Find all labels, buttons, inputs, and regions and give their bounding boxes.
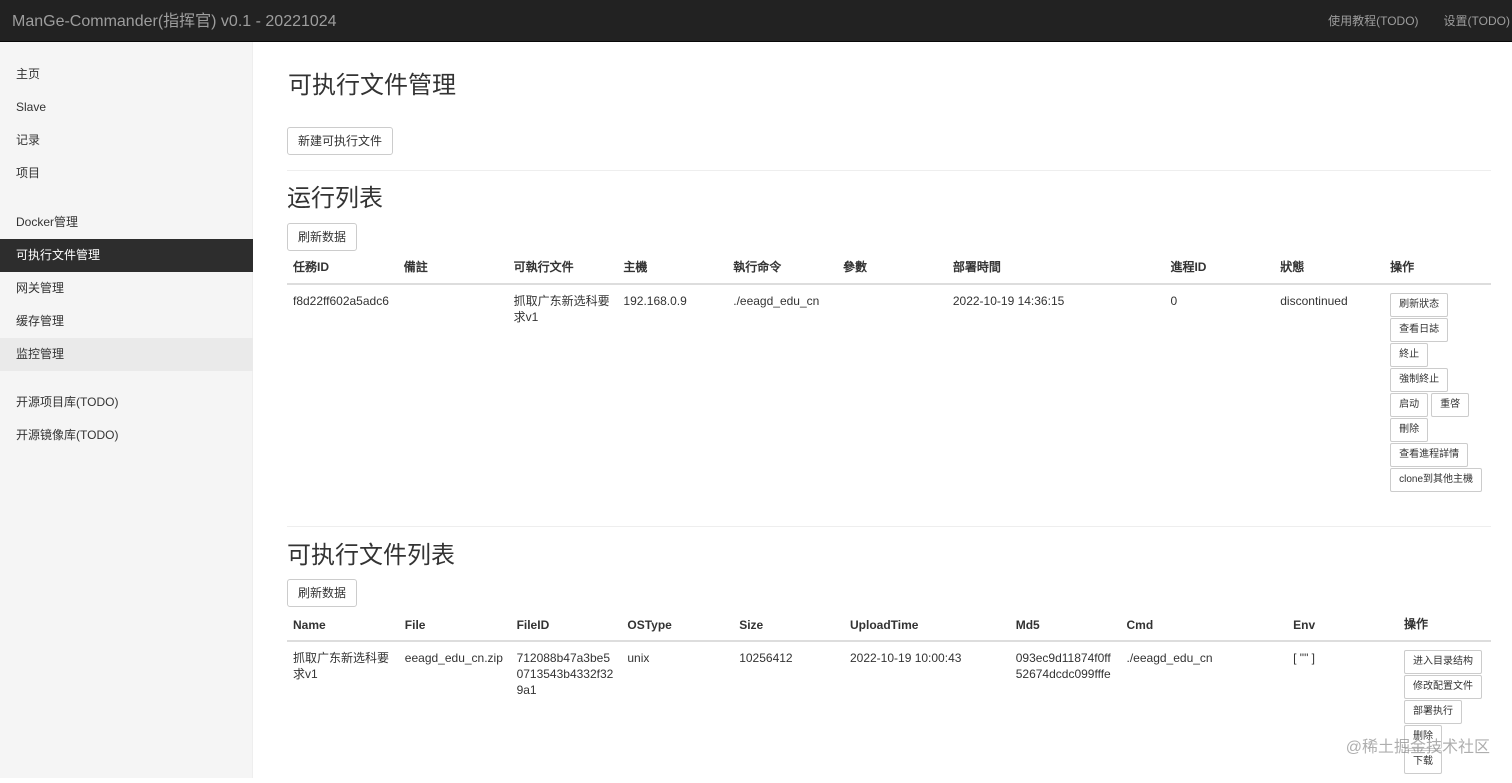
sidebar-item-oss-projects[interactable]: 开源项目库(TODO) [0,386,253,419]
sidebar: 主页 Slave 记录 项目 Docker管理 可执行文件管理 网关管理 缓存管… [0,42,253,778]
col-task-id[interactable]: 任務ID [287,252,398,285]
cell-status: discontinued [1280,294,1348,308]
col-executable[interactable]: 可執行文件 [507,252,618,285]
sidebar-group-opensource: 开源项目库(TODO) 开源镜像库(TODO) [0,386,253,452]
col-upload-time[interactable]: UploadTime [843,609,1010,642]
cell-actions: 刷新狀态 查看日誌 終止 強制終止 启动 重啓 刪除 查看進程詳情 clone到其… [1384,284,1491,501]
cell-upload-time: 2022-10-19 10:00:43 [849,651,962,665]
sidebar-group-management: Docker管理 可执行文件管理 网关管理 缓存管理 监控管理 [0,206,253,371]
col-file-id[interactable]: FileID [510,609,622,642]
col-os-type[interactable]: OSType [621,609,734,642]
start-button[interactable]: 启动 [1390,393,1429,417]
stop-button[interactable]: 終止 [1390,343,1429,367]
col-pid[interactable]: 進程ID [1164,252,1275,285]
sidebar-item-slave[interactable]: Slave [0,91,253,124]
cell-executable: 抓取广东新选科要求v1 [513,294,610,324]
sidebar-item-executables[interactable]: 可执行文件管理 [0,239,253,272]
sidebar-item-projects[interactable]: 项目 [0,157,253,190]
cell-file: eeagd_edu_cn.zip [404,651,503,665]
cell-command: ./eeagd_edu_cn [733,294,820,308]
col-md5[interactable]: Md5 [1009,609,1121,642]
file-list-refresh-button[interactable]: 刷新数据 [287,579,358,607]
sidebar-item-home[interactable]: 主页 [0,58,253,91]
divider [287,526,1491,527]
run-list-table: 任務ID 備註 可執行文件 主機 執行命令 參數 部署時間 進程ID 狀態 操作… [287,252,1491,501]
restart-button[interactable]: 重啓 [1431,393,1470,417]
col-name[interactable]: Name [287,609,399,642]
delete-button[interactable]: 刪除 [1390,418,1429,442]
cell-name: 抓取广东新选科要求v1 [293,651,390,681]
table-row: 抓取广东新选科要求v1 eeagd_edu_cn.zip 712088b47a3… [287,641,1491,783]
app-brand[interactable]: ManGe-Commander(指挥官) v0.1 - 20221024 [12,12,337,32]
watermark: @稀土掘金技术社区 [1345,739,1490,756]
top-navbar: ManGe-Commander(指挥官) v0.1 - 20221024 使用教… [0,0,1512,42]
sidebar-group-main: 主页 Slave 记录 项目 [0,58,253,190]
nav-link-tutorial[interactable]: 使用教程(TODO) [1328,13,1418,29]
main-content: 可执行文件管理 新建可执行文件 运行列表 刷新数据 任務ID 備註 可執行文件 … [287,42,1491,778]
view-log-button[interactable]: 查看日誌 [1390,318,1449,342]
cell-note [398,284,508,501]
cell-deploy-time: 2022-10-19 14:36:15 [952,294,1065,308]
table-header-row: Name File FileID OSType Size UploadTime … [287,609,1491,642]
cell-host: 192.168.0.9 [623,294,687,308]
sidebar-item-gateway[interactable]: 网关管理 [0,272,253,305]
page-title: 可执行文件管理 [288,72,456,99]
col-params[interactable]: 參數 [837,252,947,285]
view-process-detail-button[interactable]: 查看進程詳情 [1390,443,1469,467]
col-cmd[interactable]: Cmd [1120,609,1288,642]
navbar-links: 使用教程(TODO) 设置(TODO) [1328,13,1510,29]
edit-config-button[interactable]: 修改配置文件 [1404,675,1482,699]
cell-cmd: ./eeagd_edu_cn [1126,651,1213,665]
table-row: f8d22ff602a5adc6 抓取广东新选科要求v1 192.168.0.9… [287,284,1491,501]
col-note[interactable]: 備註 [397,252,508,285]
col-env[interactable]: Env [1287,609,1398,642]
col-actions: 操作 [1384,252,1491,285]
clone-to-host-button[interactable]: clone到其他主機 [1390,468,1482,492]
cell-size: 10256412 [739,651,793,665]
col-command[interactable]: 執行命令 [727,252,838,285]
col-actions: 操作 [1398,609,1491,642]
sidebar-item-cache[interactable]: 缓存管理 [0,305,253,338]
cell-md5: 093ec9d11874f0ff52674dcdc099fffe [1015,651,1111,681]
table-header-row: 任務ID 備註 可執行文件 主機 執行命令 參數 部署時間 進程ID 狀態 操作 [287,252,1491,285]
force-stop-button[interactable]: 強制終止 [1390,368,1449,392]
file-list-table: Name File FileID OSType Size UploadTime … [287,609,1491,783]
refresh-status-button[interactable]: 刷新狀态 [1390,293,1449,317]
col-host[interactable]: 主機 [617,252,728,285]
deploy-button[interactable]: 部署执行 [1404,700,1462,724]
cell-os-type: unix [627,651,650,665]
run-list-refresh-button[interactable]: 刷新数据 [287,223,358,251]
new-executable-button[interactable]: 新建可执行文件 [287,127,394,155]
nav-link-settings[interactable]: 设置(TODO) [1444,13,1510,29]
sidebar-item-monitor[interactable]: 监控管理 [0,338,253,371]
cell-task-id: f8d22ff602a5adc6 [293,294,389,308]
cell-file-id: 712088b47a3be50713543b4332f329a1 [516,651,614,697]
col-deploy-time[interactable]: 部署時間 [946,252,1165,285]
cell-env: [ "" ] [1293,651,1315,665]
divider [287,170,1491,171]
sidebar-item-records[interactable]: 记录 [0,124,253,157]
col-file[interactable]: File [398,609,511,642]
sidebar-item-docker[interactable]: Docker管理 [0,206,253,239]
run-list-title: 运行列表 [287,185,383,212]
cell-pid: 0 [1170,294,1178,308]
col-status[interactable]: 狀態 [1274,252,1385,285]
file-list-title: 可执行文件列表 [287,542,455,569]
cell-params [837,284,947,501]
col-size[interactable]: Size [733,609,844,642]
enter-directory-button[interactable]: 进入目录结构 [1404,650,1482,674]
cell-actions: 进入目录结构 修改配置文件 部署执行 删除 下载 [1398,641,1491,783]
sidebar-item-oss-images[interactable]: 开源镜像库(TODO) [0,419,253,452]
